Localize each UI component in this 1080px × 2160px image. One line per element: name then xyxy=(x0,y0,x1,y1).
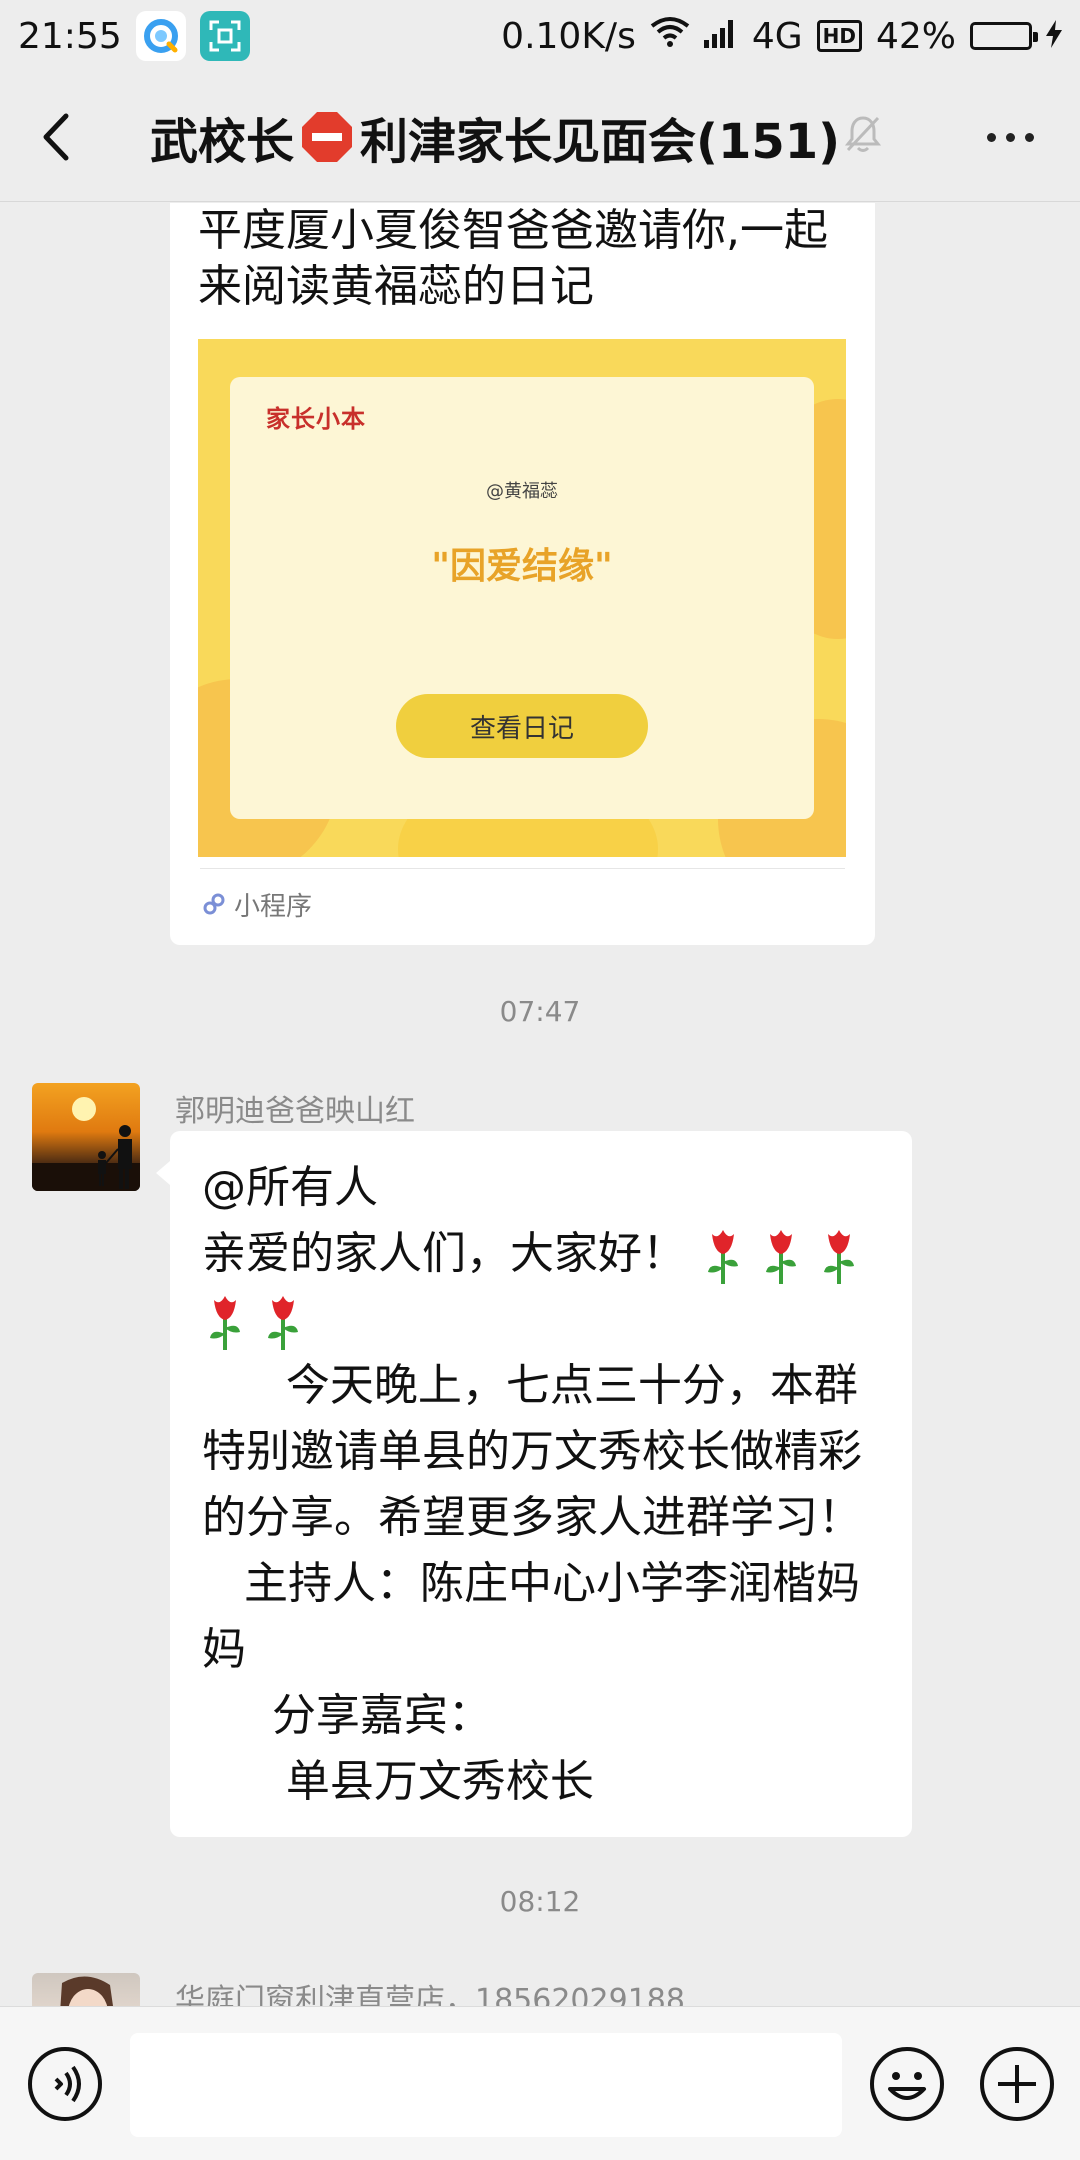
stop-sign-icon xyxy=(302,112,353,162)
status-right: 0.10K/s 4G HD 42% xyxy=(501,16,1062,57)
silhouette-icon xyxy=(32,1125,140,1191)
charging-icon xyxy=(1046,16,1062,57)
scan-app-icon xyxy=(199,11,250,61)
voice-icon[interactable] xyxy=(26,2045,104,2127)
hd-badge: HD xyxy=(816,20,862,52)
card-divider xyxy=(200,868,845,869)
battery-icon xyxy=(970,22,1038,50)
message-body: 今天晚上，七点三十分，本群特别邀请单县的万文秀校长做精彩的分享。希望更多家人进群… xyxy=(202,1360,862,1807)
input-bar xyxy=(0,2006,1080,2160)
more-dot xyxy=(986,132,996,142)
mini-program-label: 小程序 xyxy=(234,891,313,922)
signal-icon xyxy=(703,16,738,57)
mini-program-quote: "因爱结缘" xyxy=(431,546,613,587)
mini-program-cover[interactable]: 家长小本 @黄福蕊 "因爱结缘" 查看日记 xyxy=(198,339,846,857)
browser-app-icon xyxy=(135,11,186,61)
message-bubble[interactable]: @所有人 亲爱的家人们，大家好！ 今天晚上，七点三十分，本群特别邀请单县的万文秀… xyxy=(156,1131,912,1837)
timestamp: 07:47 xyxy=(499,995,581,1028)
status-bar: 21:55 0.10K/s 4G HD 42% xyxy=(0,0,1080,72)
sender-name: 郭明迪爸爸映山红 xyxy=(175,1094,415,1129)
message-line-mention: @所有人 xyxy=(202,1162,378,1213)
avatar[interactable] xyxy=(32,1083,140,1191)
mini-program-card[interactable]: 平度厦小夏俊智爸爸邀请你,一起来阅读黄福蕊的日记 家长小本 @黄福蕊 "因爱结缘… xyxy=(170,203,875,945)
chat-title: 武校长 利津家长见面会(151) xyxy=(150,72,870,202)
mini-program-description: 平度厦小夏俊智爸爸邀请你,一起来阅读黄福蕊的日记 xyxy=(198,205,828,312)
message-text: @所有人 亲爱的家人们，大家好！ 今天晚上，七点三十分，本群特别邀请单县的万文秀… xyxy=(202,1155,892,1815)
wifi-icon xyxy=(650,16,690,57)
sender-name: 华庭门窗利津直营店，18562029188 xyxy=(175,1983,685,2006)
mini-program-mention: @黄福蕊 xyxy=(486,481,558,502)
chat-title-right: 利津家长见面会(151) xyxy=(360,114,841,170)
mini-program-footer: 小程序 xyxy=(202,883,312,925)
person-photo-icon xyxy=(60,1976,113,2006)
mini-program-inner-card: 家长小本 @黄福蕊 "因爱结缘" 查看日记 xyxy=(230,377,814,819)
network-speed: 0.10K/s xyxy=(501,15,636,57)
battery-percent: 42% xyxy=(875,15,956,57)
more-options-button[interactable] xyxy=(970,72,1050,202)
rose-emoji-icon xyxy=(202,1292,248,1352)
plus-circle-icon[interactable] xyxy=(978,2045,1056,2127)
chevron-left-icon xyxy=(43,113,69,160)
rose-emoji-icon xyxy=(700,1226,746,1286)
chat-message-list[interactable]: 平度厦小夏俊智爸爸邀请你,一起来阅读黄福蕊的日记 家长小本 @黄福蕊 "因爱结缘… xyxy=(0,203,1080,2006)
message-line-greeting: 亲爱的家人们，大家好！ xyxy=(202,1228,686,1279)
more-dot xyxy=(1024,132,1034,142)
message-input[interactable] xyxy=(130,2033,842,2137)
status-time: 21:55 xyxy=(18,15,122,57)
back-button[interactable] xyxy=(0,72,110,202)
smile-icon[interactable] xyxy=(868,2045,946,2127)
rose-emoji-icon xyxy=(260,1292,306,1352)
more-dot xyxy=(1005,132,1015,142)
mini-program-logo: 家长小本 xyxy=(266,404,366,433)
view-diary-button[interactable]: 查看日记 xyxy=(396,694,648,758)
timestamp: 08:12 xyxy=(499,1885,581,1918)
mini-program-icon xyxy=(203,893,225,915)
chat-title-left: 武校长 xyxy=(150,114,295,170)
chat-header: 武校长 利津家长见面会(151) xyxy=(0,72,1080,202)
bell-off-icon xyxy=(844,114,882,158)
network-type: 4G xyxy=(751,15,803,57)
avatar[interactable] xyxy=(32,1973,140,2006)
rose-emoji-icon xyxy=(816,1226,862,1286)
rose-emoji-icon xyxy=(758,1226,804,1286)
